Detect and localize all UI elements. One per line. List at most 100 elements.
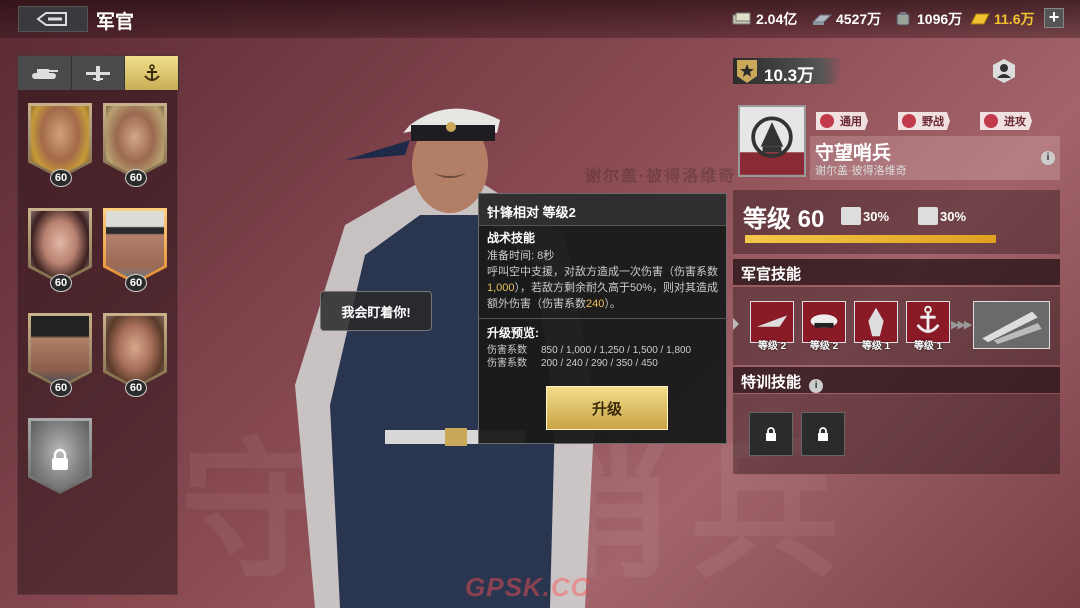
desc-part-a: 呼叫空中支援，对敌方造成一次伤害（伤害系数 xyxy=(487,266,718,278)
tooltip-body: 战术技能 准备时间: 8秒 呼叫空中支援，对敌方造成一次伤害（伤害系数 1,000… xyxy=(479,230,728,370)
officer-card-selected[interactable]: 60 xyxy=(103,208,167,292)
add-gold-button[interactable]: + xyxy=(1044,8,1064,28)
steel-icon xyxy=(812,14,832,25)
tag-general: 通用 xyxy=(816,112,868,130)
attack-stat-icon xyxy=(841,207,861,225)
watermark: GPSK.CC xyxy=(465,572,591,602)
special-info-icon[interactable]: i xyxy=(809,379,824,393)
info-icon[interactable]: i xyxy=(1041,151,1055,165)
officer-level-badge: 60 xyxy=(50,169,72,187)
top-bar: 军官 2.04亿 4527万 1096万 11.6万 + xyxy=(0,0,1080,38)
watchtower-emblem-icon xyxy=(738,105,806,177)
lock-icon xyxy=(52,448,68,470)
cash-amount: 2.04亿 xyxy=(756,11,798,27)
special-skills-title: 特训技能 xyxy=(741,374,802,391)
upgrade-preview-title: 升级预览: xyxy=(487,326,539,340)
expand-arrow-icon[interactable] xyxy=(733,318,739,330)
branch-tabs xyxy=(18,56,180,90)
desc-value-1: 1,000 xyxy=(487,282,515,294)
rank-icon[interactable] xyxy=(991,58,1017,84)
coeff-label: 伤害系数 xyxy=(487,358,527,369)
officer-card-locked[interactable] xyxy=(28,418,92,502)
officer-card[interactable]: 60 xyxy=(28,208,92,292)
coeff-values: 850 / 1,000 / 1,250 / 1,500 / 1,800 xyxy=(541,345,692,356)
tab-navy[interactable] xyxy=(125,56,180,90)
xp-fill xyxy=(745,235,996,243)
lock-icon xyxy=(766,427,776,441)
tag-attack: 进攻 xyxy=(980,112,1032,130)
skill-level: 等级 2 xyxy=(809,341,839,352)
coeff-label: 伤害系数 xyxy=(487,345,527,356)
special-skill-slot-locked[interactable] xyxy=(801,412,845,456)
officer-card[interactable]: 60 xyxy=(103,103,167,187)
special-skills-header: 特训技能 i xyxy=(733,367,1060,393)
officer-level: 等级 60 xyxy=(743,206,825,233)
coeff-row: 伤害系数 850 / 1,000 / 1,250 / 1,500 / 1,800 xyxy=(487,344,720,357)
steel-amount: 4527万 xyxy=(836,11,882,27)
resource-steel[interactable]: 4527万 xyxy=(812,9,881,29)
resource-oil[interactable]: 1096万 xyxy=(893,9,962,29)
officer-card[interactable]: 60 xyxy=(28,313,92,397)
speech-bubble: 我会盯着你! xyxy=(320,291,432,331)
page-title: 军官 xyxy=(96,12,135,33)
back-arrow-icon xyxy=(36,12,67,26)
skill-level: 等级 1 xyxy=(861,341,891,352)
cash-icon xyxy=(732,12,751,25)
upgrade-button[interactable]: 升级 xyxy=(546,386,668,430)
divider xyxy=(479,318,728,319)
power-value: 10.3万 xyxy=(764,66,815,85)
prep-time-row: 准备时间: 8秒 xyxy=(487,248,720,264)
skill-level: 等级 1 xyxy=(913,341,943,352)
skill-tooltip: 针锋相对 等级2 战术技能 准备时间: 8秒 呼叫空中支援，对敌方造成一次伤害（… xyxy=(478,193,728,444)
stat-attack: 30% xyxy=(841,207,889,225)
officer-card[interactable]: 60 xyxy=(103,313,167,397)
desc-value-2: 240 xyxy=(586,298,605,310)
officer-subname: 谢尔盖·彼得洛维奇 xyxy=(815,165,907,177)
stat-value: 30% xyxy=(940,208,967,224)
skill-slot[interactable]: 等级 1 xyxy=(854,301,898,352)
oil-icon xyxy=(896,12,910,26)
skills-title: 军官技能 xyxy=(733,259,1060,285)
skill-slot[interactable]: 等级 2 xyxy=(802,301,846,352)
stat-value: 30% xyxy=(863,208,890,224)
skill-slot[interactable]: 等级 1 xyxy=(906,301,950,352)
resource-cash[interactable]: 2.04亿 xyxy=(732,9,797,29)
officer-level-badge: 60 xyxy=(50,379,72,397)
ultimate-skill-icon[interactable] xyxy=(973,301,1050,349)
tag-label: 通用 xyxy=(840,116,862,128)
star-badge-icon xyxy=(737,60,757,83)
skill-level: 等级 2 xyxy=(757,341,787,352)
officer-name: 守望哨兵 xyxy=(815,143,892,164)
lock-icon xyxy=(818,427,828,441)
skill-type: 战术技能 xyxy=(487,231,536,245)
officer-card[interactable]: 60 xyxy=(28,103,92,187)
anchor-icon xyxy=(143,64,160,81)
tag-label: 进攻 xyxy=(1004,116,1026,128)
officer-level-badge: 60 xyxy=(125,169,147,187)
tank-icon xyxy=(32,69,59,79)
officer-level-badge: 60 xyxy=(50,274,72,292)
back-button[interactable] xyxy=(18,6,88,32)
officer-level-badge: 60 xyxy=(125,379,147,397)
resource-gold[interactable]: 11.6万 xyxy=(970,9,1034,29)
plane-icon xyxy=(86,66,110,81)
tab-tank[interactable] xyxy=(18,56,72,90)
skill-slot[interactable]: 等级 2 xyxy=(750,301,794,352)
tab-plane[interactable] xyxy=(71,56,126,90)
tag-field: 野战 xyxy=(898,112,950,130)
defense-stat-icon xyxy=(918,207,938,225)
tag-icon xyxy=(820,114,834,128)
tag-label: 野战 xyxy=(922,116,944,128)
coeff-row: 伤害系数 200 / 240 / 290 / 350 / 450 xyxy=(487,357,720,370)
stat-defense: 30% xyxy=(918,207,966,225)
skill-description: 呼叫空中支援，对敌方造成一次伤害（伤害系数1,000），若敌方剩余耐久高于50%… xyxy=(487,264,720,312)
tooltip-title: 针锋相对 等级2 xyxy=(479,194,726,226)
gold-icon xyxy=(970,13,990,25)
special-skill-slot-locked[interactable] xyxy=(749,412,793,456)
tag-icon xyxy=(902,114,916,128)
xp-bar xyxy=(745,235,996,243)
prep-time-label: 准备时间: xyxy=(487,250,535,262)
desc-part-c: ）。 xyxy=(604,298,621,310)
oil-amount: 1096万 xyxy=(917,11,963,27)
officer-level-badge: 60 xyxy=(125,274,147,292)
